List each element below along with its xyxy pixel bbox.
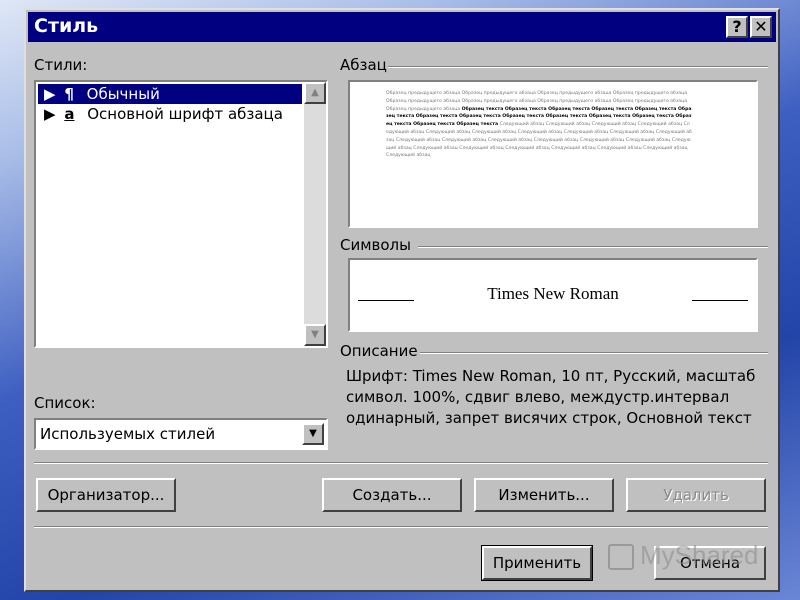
chevron-down-icon[interactable]: ▼ (302, 423, 324, 445)
close-button[interactable]: ✕ (750, 16, 772, 38)
styles-scrollbar[interactable]: ▲ ▼ (304, 82, 326, 346)
symbols-group-line (418, 246, 768, 248)
scroll-up-button[interactable]: ▲ (304, 82, 326, 104)
delete-button[interactable]: Удалить (626, 478, 766, 512)
title-bar[interactable]: Стиль ? ✕ (28, 12, 776, 42)
separator-bottom (34, 526, 768, 528)
description-text: Шрифт: Times New Roman, 10 пт, Русский, … (346, 367, 756, 427)
create-button[interactable]: Создать... (322, 478, 462, 512)
style-item-label: Обычный (86, 85, 160, 103)
paragraph-preview-text: Образец предыдущего абзаца Образец преды… (386, 90, 692, 160)
dialog-title: Стиль (34, 15, 99, 37)
preview-next-paragraph: Следующий абзац Следующий абзац Следующи… (386, 122, 692, 159)
list-label: Список: (34, 394, 96, 412)
list-select[interactable]: Используемых стилей ▼ (34, 418, 328, 450)
character-style-icon: a (64, 105, 75, 123)
organizer-button[interactable]: Организатор... (36, 478, 176, 512)
paragraph-label: Абзац (340, 56, 387, 74)
symbols-preview: Times New Roman (348, 258, 758, 332)
scroll-down-button[interactable]: ▼ (304, 324, 326, 346)
style-item-normal[interactable]: ▶ ¶ Обычный (38, 84, 302, 104)
separator-top (34, 462, 768, 464)
list-select-value: Используемых стилей (40, 425, 216, 443)
paragraph-style-icon: ¶ (64, 85, 74, 103)
apply-button[interactable]: Применить (481, 545, 593, 581)
monitor-icon (608, 544, 634, 570)
symbols-label: Символы (340, 236, 411, 254)
description-label: Описание (340, 342, 418, 360)
cancel-button[interactable]: Отмена (654, 546, 766, 580)
description-group-line (420, 352, 768, 354)
style-item-label: Основной шрифт абзаца (87, 105, 283, 123)
modify-button[interactable]: Изменить... (474, 478, 614, 512)
styles-listbox[interactable]: ▶ ¶ Обычный ▶ a Основной шрифт абзаца ▲ … (34, 80, 328, 348)
paragraph-preview: Образец предыдущего абзаца Образец преды… (348, 80, 758, 228)
font-sample: Times New Roman (487, 284, 619, 303)
styles-label: Стили: (34, 56, 88, 74)
style-dialog: Стиль ? ✕ Стили: ▶ ¶ Обычный ▶ a Основно… (24, 8, 780, 592)
style-item-default-font[interactable]: ▶ a Основной шрифт абзаца (38, 104, 302, 124)
help-button[interactable]: ? (726, 16, 748, 38)
paragraph-group-line (388, 66, 768, 68)
